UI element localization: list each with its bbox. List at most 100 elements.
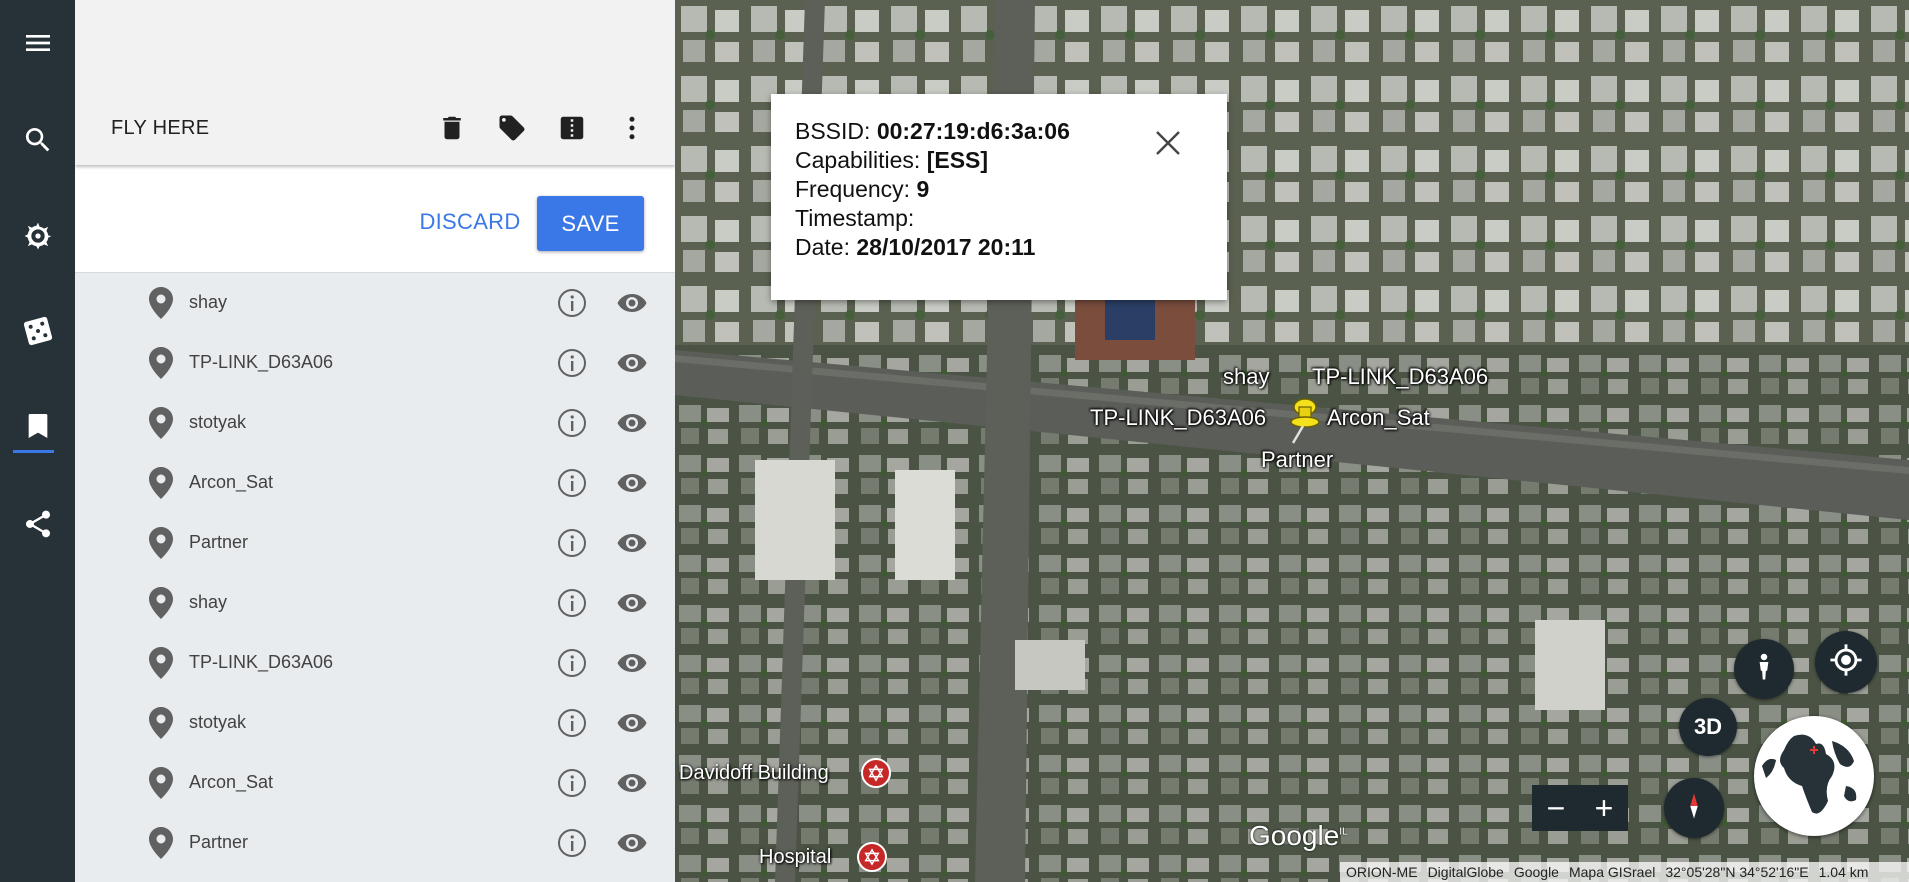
info-balloon: BSSID: 00:27:19:d6:3a:06 Capabilities: [… bbox=[771, 94, 1227, 300]
capabilities-value: [ESS] bbox=[926, 147, 989, 173]
info-icon[interactable] bbox=[556, 347, 588, 379]
visibility-icon[interactable] bbox=[616, 407, 648, 439]
list-item[interactable]: Arcon_Sat bbox=[75, 453, 675, 513]
attribution-item: 32°05'28"N 34°52'16"E bbox=[1665, 864, 1809, 880]
map-label-tp-link-top[interactable]: TP-LINK_D63A06 bbox=[1312, 364, 1488, 390]
zoom-controls: − + bbox=[1532, 785, 1628, 831]
globe-icon bbox=[1756, 718, 1872, 834]
feeling-lucky-button[interactable] bbox=[0, 303, 75, 363]
placemark-icon bbox=[149, 287, 173, 319]
poi-label-davidoff[interactable]: Davidoff Building bbox=[679, 762, 829, 785]
info-icon[interactable] bbox=[556, 527, 588, 559]
visibility-icon[interactable] bbox=[616, 707, 648, 739]
star-of-david-icon[interactable] bbox=[861, 758, 891, 788]
compass-icon bbox=[1679, 791, 1709, 826]
street-view-button[interactable] bbox=[1734, 639, 1794, 699]
hospital-icon[interactable] bbox=[857, 842, 887, 872]
visibility-icon[interactable] bbox=[616, 287, 648, 319]
attribution-item: Google bbox=[1513, 864, 1559, 880]
date-value: 28/10/2017 20:11 bbox=[856, 234, 1036, 260]
list-item-label: shay bbox=[189, 292, 228, 312]
attribution-item: 1.04 km bbox=[1818, 864, 1869, 880]
presentation-icon bbox=[557, 113, 587, 148]
list-item-label: stotyak bbox=[189, 712, 247, 732]
info-icon[interactable] bbox=[556, 707, 588, 739]
capabilities-line: Capabilities: [ESS] bbox=[795, 147, 989, 173]
visibility-icon[interactable] bbox=[616, 347, 648, 379]
placemark-icon bbox=[149, 647, 173, 679]
list-item[interactable]: stotyak bbox=[75, 693, 675, 753]
share-button[interactable] bbox=[0, 496, 75, 556]
list-item[interactable]: shay bbox=[75, 273, 675, 333]
attribution-item: Mapa GISrael bbox=[1568, 864, 1656, 880]
list-item-label: stotyak bbox=[189, 412, 247, 432]
close-balloon-button[interactable] bbox=[1151, 126, 1185, 160]
feature-list: shay TP-LINK_D63A06 stotyak Arcon_Sat Pa… bbox=[75, 273, 675, 873]
list-item[interactable]: Partner bbox=[75, 813, 675, 873]
bssid-line: BSSID: 00:27:19:d6:3a:06 bbox=[795, 118, 1070, 144]
label-button[interactable] bbox=[494, 112, 530, 148]
save-button[interactable]: SAVE bbox=[537, 196, 644, 251]
map-label-arcon-sat[interactable]: Arcon_Sat bbox=[1327, 405, 1430, 431]
info-icon[interactable] bbox=[556, 647, 588, 679]
zoom-in-button[interactable]: + bbox=[1580, 785, 1628, 831]
list-item[interactable]: TP-LINK_D63A06 bbox=[75, 633, 675, 693]
search-button[interactable] bbox=[0, 112, 75, 172]
info-icon[interactable] bbox=[556, 767, 588, 799]
zoom-out-button[interactable]: − bbox=[1532, 785, 1580, 831]
presentation-button[interactable] bbox=[554, 112, 590, 148]
menu-button[interactable] bbox=[0, 15, 75, 75]
my-location-button[interactable] bbox=[1815, 631, 1877, 693]
list-item[interactable]: TP-LINK_D63A06 bbox=[75, 333, 675, 393]
navigation-rail bbox=[0, 0, 75, 882]
map-label-partner[interactable]: Partner bbox=[1261, 447, 1333, 473]
visibility-icon[interactable] bbox=[616, 467, 648, 499]
bssid-value: 00:27:19:d6:3a:06 bbox=[876, 118, 1070, 144]
info-icon[interactable] bbox=[556, 827, 588, 859]
globe-overview[interactable] bbox=[1754, 716, 1874, 836]
map-label-tp-link-left[interactable]: TP-LINK_D63A06 bbox=[1090, 405, 1266, 431]
placemark-icon bbox=[149, 587, 173, 619]
frequency-line: Frequency: 9 bbox=[795, 176, 930, 202]
pushpin-icon[interactable] bbox=[1283, 393, 1323, 445]
map-label-shay[interactable]: shay bbox=[1223, 364, 1269, 390]
map-attribution: ORION-ME DigitalGlobe Google Mapa GISrael 32… bbox=[1340, 862, 1909, 882]
list-item[interactable]: stotyak bbox=[75, 393, 675, 453]
3d-toggle-button[interactable]: 3D bbox=[1679, 698, 1737, 756]
placemark-icon bbox=[149, 827, 173, 859]
visibility-icon[interactable] bbox=[616, 767, 648, 799]
info-icon[interactable] bbox=[556, 407, 588, 439]
label-icon bbox=[497, 113, 527, 148]
fly-here-button[interactable]: FLY HERE bbox=[111, 117, 209, 140]
list-item-label: TP-LINK_D63A06 bbox=[189, 652, 334, 672]
bookmark-icon bbox=[22, 410, 54, 447]
visibility-icon[interactable] bbox=[616, 827, 648, 859]
share-icon bbox=[22, 508, 54, 545]
info-icon[interactable] bbox=[556, 467, 588, 499]
compass-button[interactable] bbox=[1664, 778, 1724, 838]
satellite-map[interactable]: BSSID: 00:27:19:d6:3a:06 Capabilities: [… bbox=[675, 0, 1909, 882]
more-options-button[interactable] bbox=[614, 112, 650, 148]
dice-icon bbox=[22, 315, 54, 352]
info-icon[interactable] bbox=[556, 287, 588, 319]
timestamp-line: Timestamp: bbox=[795, 205, 915, 231]
placemark-icon bbox=[149, 527, 173, 559]
info-icon[interactable] bbox=[556, 587, 588, 619]
google-logo: GoogleIL bbox=[1249, 820, 1348, 851]
voyager-button[interactable] bbox=[0, 208, 75, 268]
placemark-icon bbox=[149, 467, 173, 499]
delete-button[interactable] bbox=[434, 112, 470, 148]
visibility-icon[interactable] bbox=[616, 587, 648, 619]
visibility-icon[interactable] bbox=[616, 527, 648, 559]
visibility-icon[interactable] bbox=[616, 647, 648, 679]
list-item-label: shay bbox=[189, 592, 228, 612]
list-item[interactable]: Arcon_Sat bbox=[75, 753, 675, 813]
projects-button[interactable] bbox=[0, 398, 75, 458]
poi-label-hospital[interactable]: Hospital bbox=[759, 846, 831, 869]
list-item-label: Partner bbox=[189, 832, 249, 852]
list-item[interactable]: shay bbox=[75, 573, 675, 633]
list-item[interactable]: Partner bbox=[75, 513, 675, 573]
list-item-label: Partner bbox=[189, 532, 249, 552]
discard-button[interactable]: DISCARD bbox=[395, 196, 545, 248]
placemark-icon bbox=[149, 347, 173, 379]
